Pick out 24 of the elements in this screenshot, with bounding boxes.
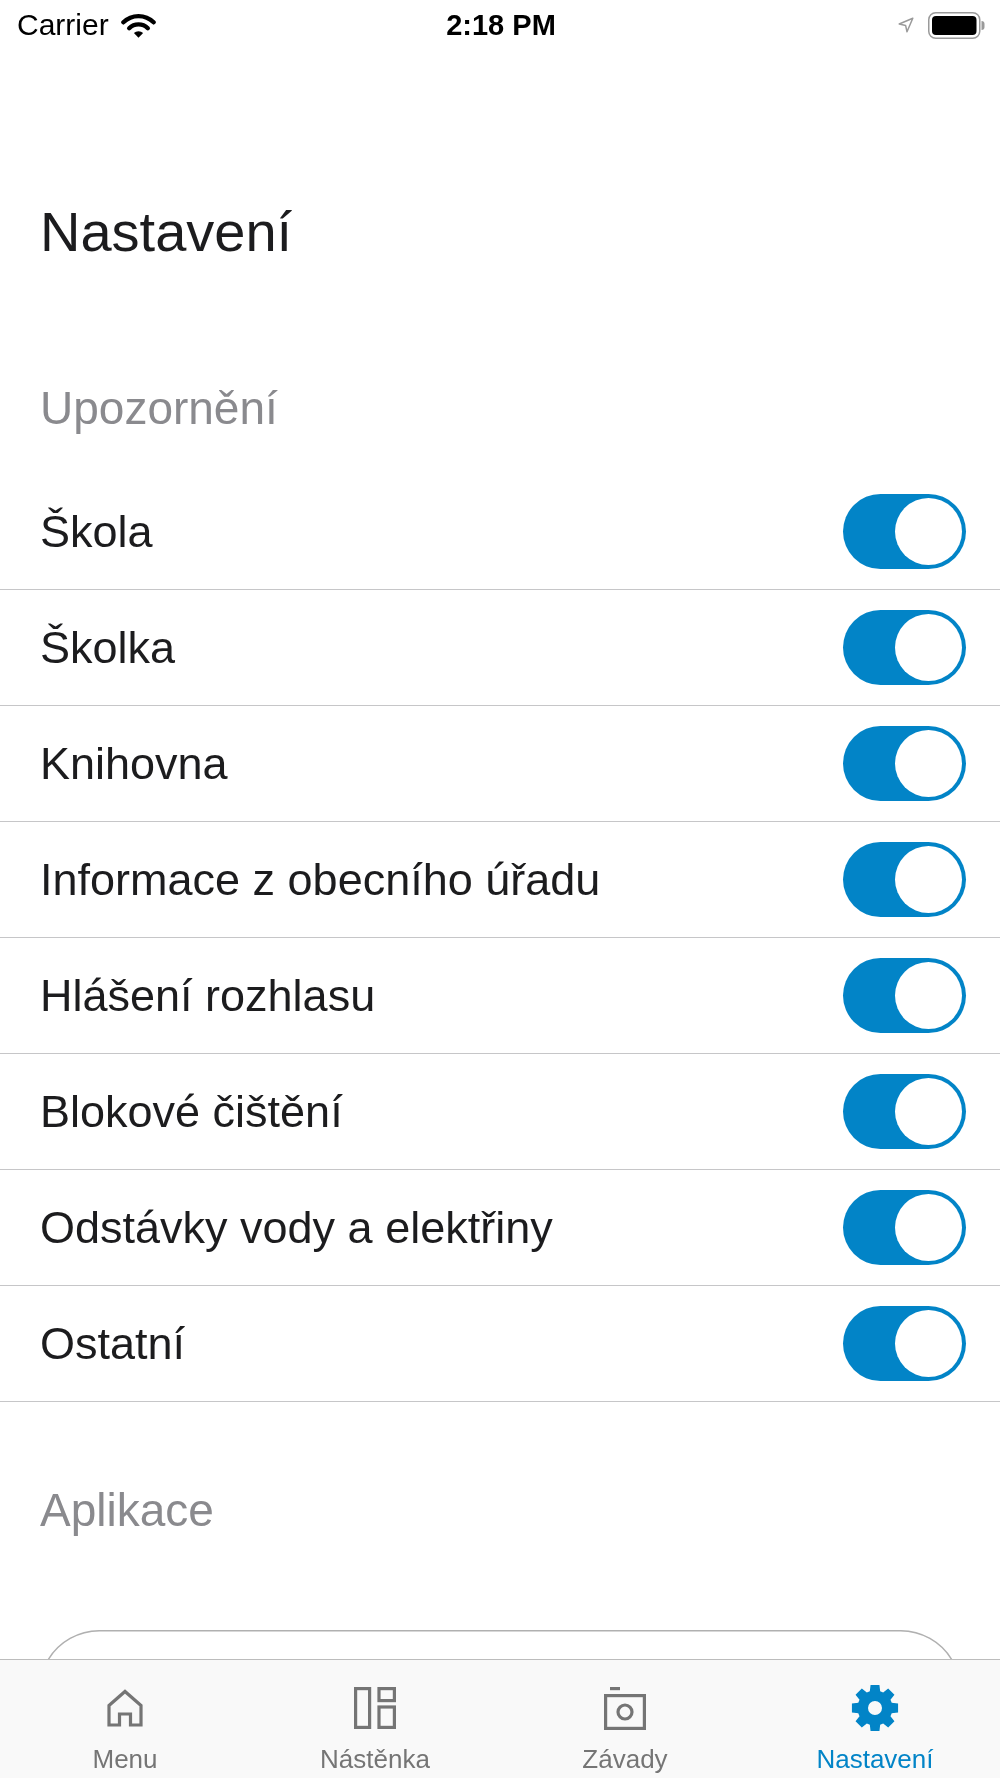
setting-label: Ostatní	[40, 1316, 186, 1371]
setting-label: Školka	[40, 620, 176, 675]
status-time: 2:18 PM	[446, 8, 556, 43]
setting-label: Knihovna	[40, 736, 228, 791]
house-icon	[105, 1688, 145, 1728]
setting-label: Informace z obecního úřadu	[40, 852, 601, 907]
wifi-icon	[120, 11, 156, 39]
setting-label: Hlášení rozhlasu	[40, 968, 376, 1023]
tab[interactable]: Nástěnka	[250, 1660, 500, 1778]
settings-icon	[851, 1684, 899, 1732]
tab[interactable]: Menu	[0, 1660, 250, 1778]
tab[interactable]: Závady	[500, 1660, 750, 1778]
section-title: Aplikace	[40, 1483, 214, 1538]
setting-label: Odstávky vody a elektřiny	[40, 1200, 553, 1255]
setting-label: Blokové čištění	[40, 1084, 343, 1139]
tab[interactable]: Nastavení	[750, 1660, 1000, 1778]
camera-icon	[604, 1686, 646, 1730]
setting-label: Škola	[40, 504, 153, 559]
page-title: Nastavení	[40, 199, 293, 265]
battery-icon	[928, 11, 985, 39]
location-arrow-icon	[898, 17, 914, 33]
panels-icon	[354, 1687, 396, 1729]
section-title: Upozornění	[40, 381, 278, 436]
carrier-name: Carrier	[17, 7, 109, 43]
